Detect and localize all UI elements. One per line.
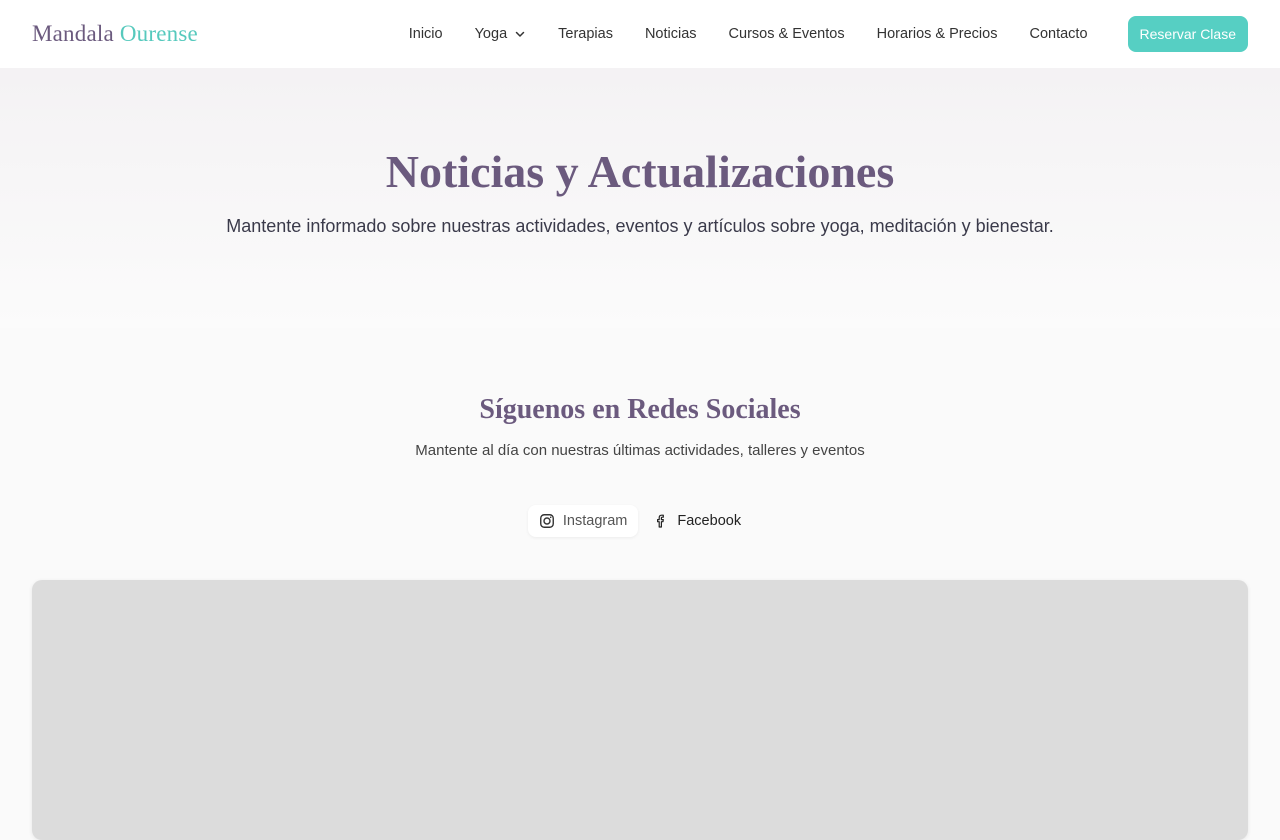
nav-terapias[interactable]: Terapias (558, 26, 613, 42)
nav-contacto[interactable]: Contacto (1029, 26, 1087, 42)
tab-facebook[interactable]: Facebook (642, 505, 752, 537)
social-section: Síguenos en Redes Sociales Mantente al d… (0, 328, 1280, 840)
nav-yoga[interactable]: Yoga (475, 26, 527, 42)
social-subtitle: Mantente al día con nuestras últimas act… (415, 442, 865, 459)
site-header: Mandala Ourense Inicio Yoga Terapias Noti… (0, 0, 1280, 68)
nav-label: Contacto (1029, 26, 1088, 42)
site-logo[interactable]: Mandala Ourense (32, 21, 198, 47)
social-title: Síguenos en Redes Sociales (479, 394, 801, 425)
nav-label: Terapias (558, 26, 613, 42)
nav-horarios-precios[interactable]: Horarios & Precios (877, 26, 998, 42)
nav-cursos-eventos[interactable]: Cursos & Eventos (729, 26, 845, 42)
nav-label: Cursos & Eventos (728, 26, 845, 42)
social-tabs: Instagram Facebook (0, 505, 1280, 537)
facebook-icon (657, 514, 665, 528)
tab-label: Facebook (677, 513, 742, 529)
nav-label: Yoga (474, 26, 508, 42)
page-subtitle: Mantente informado sobre nuestras activi… (226, 216, 1054, 236)
tab-instagram[interactable]: Instagram (527, 505, 639, 537)
nav-label: Horarios & Precios (876, 26, 998, 42)
nav-label: Noticias (644, 26, 697, 42)
instagram-icon (539, 514, 554, 528)
reservar-clase-button[interactable]: Reservar Clase (1127, 16, 1248, 52)
social-feed-embed[interactable] (32, 580, 1248, 840)
chevron-down-icon (515, 31, 525, 37)
hero-section: Noticias y Actualizaciones Mantente info… (0, 68, 1280, 328)
page-title: Noticias y Actualizaciones (385, 146, 895, 197)
main-nav: Inicio Yoga Terapias Noticias Cursos & E… (409, 26, 1088, 42)
nav-noticias[interactable]: Noticias (645, 26, 697, 42)
nav-inicio[interactable]: Inicio (409, 26, 443, 42)
tab-label: Instagram (562, 513, 628, 529)
logo-primary: Mandala (32, 21, 114, 46)
nav-label: Inicio (408, 26, 443, 42)
logo-accent: Ourense (119, 21, 198, 46)
